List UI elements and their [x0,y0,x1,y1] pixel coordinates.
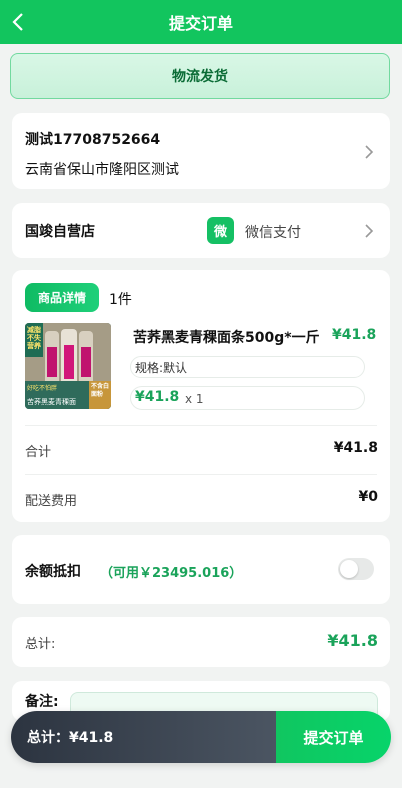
product-price: ¥41.8 [332,327,377,343]
balance-deduction-card: 余额抵扣 （可用￥23495.016） [12,535,390,604]
unit-price: ¥41.8 [135,389,180,405]
remark-label: 备注: [25,694,59,710]
submit-order-button[interactable]: 提交订单 [276,711,391,763]
total-label: 总计: [25,637,56,652]
goods-card: 商品详情 1件 减脂不失营养 好吃不怕胖 不含白面粉 苦荞黑麦青稞面 苦荞黑麦青… [12,270,390,522]
checkout-summary: 总计：¥41.8 [11,711,276,763]
balance-label: 余额抵扣 [25,564,81,580]
total-card: 总计: ¥41.8 [12,617,390,667]
product-image-text: 不含白面粉 [91,383,110,398]
product-name: 苦荞黑麦青稞面条500g*一斤 [133,330,320,346]
product-image-text: 好吃不怕胖 [27,385,58,392]
address-card[interactable]: 测试17708752664 云南省保山市隆阳区测试 [12,113,390,189]
recipient-address: 云南省保山市隆阳区测试 [25,162,179,178]
product-image-text: 苦荞黑麦青稞面 [27,398,76,406]
unit-quantity: x 1 [185,392,204,406]
shop-name: 国竣自营店 [25,224,95,240]
delivery-fee-label: 配送费用 [25,494,78,509]
divider [25,425,377,426]
top-bar: 提交订单 [0,0,402,44]
chevron-right-icon[interactable] [364,223,374,239]
payment-method[interactable]: 微信支付 [245,222,301,242]
total-value: ¥41.8 [327,631,378,650]
goods-detail-tag: 商品详情 [25,283,99,312]
balance-toggle[interactable] [338,558,374,580]
chevron-left-icon[interactable] [12,10,32,34]
product-image: 减脂不失营养 好吃不怕胖 不含白面粉 苦荞黑麦青稞面 [25,323,111,409]
delivery-fee-value: ¥0 [358,489,378,505]
checkout-total: 总计：¥41.8 [27,730,114,746]
subtotal-value: ¥41.8 [333,440,378,456]
recipient-name-phone: 测试17708752664 [25,132,161,148]
product-spec: 规格:默认 [130,356,365,378]
balance-available: （可用￥23495.016） [100,566,243,581]
chevron-right-icon [364,144,374,160]
checkout-bar: 总计：¥41.8 提交订单 [11,711,391,763]
subtotal-label: 合计 [25,445,52,460]
divider [25,474,377,475]
shipping-method-button[interactable]: 物流发货 [10,53,390,99]
shop-card: 国竣自营店 微 微信支付 [12,203,390,258]
page-title: 提交订单 [168,14,233,33]
wechat-pay-icon: 微 [207,217,234,244]
toggle-knob [340,560,358,578]
product-image-text: 减脂不失营养 [27,326,41,350]
goods-count: 1件 [109,292,132,308]
